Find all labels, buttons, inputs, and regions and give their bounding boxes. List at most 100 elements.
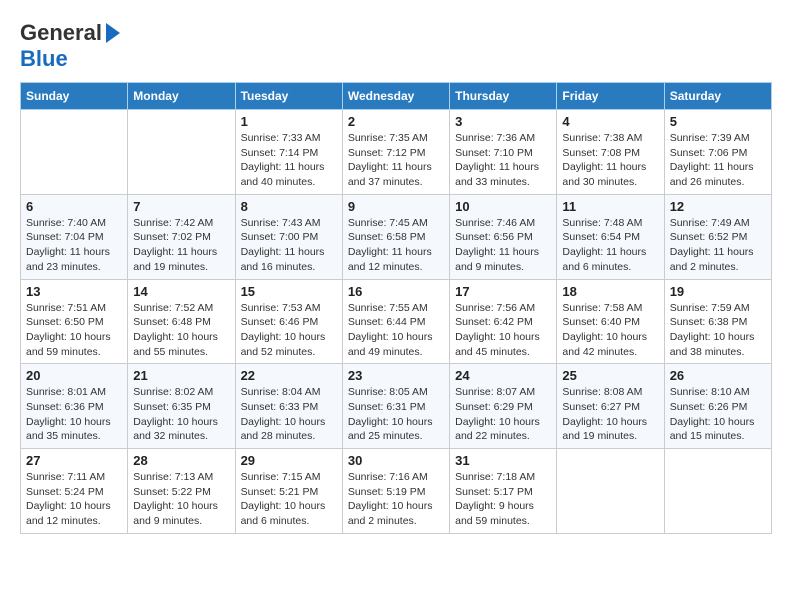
day-number: 8 <box>241 199 337 214</box>
day-header-sunday: Sunday <box>21 83 128 110</box>
day-number: 22 <box>241 368 337 383</box>
sunset-text: Sunset: 6:56 PM <box>455 231 533 243</box>
day-info: Sunrise: 8:04 AM Sunset: 6:33 PM Dayligh… <box>241 385 337 444</box>
sunrise-text: Sunrise: 7:40 AM <box>26 217 106 229</box>
sunrise-text: Sunrise: 7:16 AM <box>348 471 428 483</box>
calendar-cell: 18 Sunrise: 7:58 AM Sunset: 6:40 PM Dayl… <box>557 279 664 364</box>
day-info: Sunrise: 7:43 AM Sunset: 7:00 PM Dayligh… <box>241 216 337 275</box>
day-info: Sunrise: 7:15 AM Sunset: 5:21 PM Dayligh… <box>241 470 337 529</box>
calendar-cell <box>21 110 128 195</box>
sunset-text: Sunset: 5:24 PM <box>26 486 104 498</box>
day-number: 23 <box>348 368 444 383</box>
day-info: Sunrise: 7:38 AM Sunset: 7:08 PM Dayligh… <box>562 131 658 190</box>
sunset-text: Sunset: 7:14 PM <box>241 147 319 159</box>
daylight-text: Daylight: 10 hours and 9 minutes. <box>133 500 218 527</box>
calendar-week-5: 27 Sunrise: 7:11 AM Sunset: 5:24 PM Dayl… <box>21 449 772 534</box>
sunrise-text: Sunrise: 7:49 AM <box>670 217 750 229</box>
daylight-text: Daylight: 10 hours and 32 minutes. <box>133 416 218 443</box>
calendar-cell <box>557 449 664 534</box>
calendar-header-row: SundayMondayTuesdayWednesdayThursdayFrid… <box>21 83 772 110</box>
day-info: Sunrise: 7:46 AM Sunset: 6:56 PM Dayligh… <box>455 216 551 275</box>
logo: General Blue <box>20 20 120 72</box>
sunset-text: Sunset: 6:31 PM <box>348 401 426 413</box>
sunset-text: Sunset: 7:10 PM <box>455 147 533 159</box>
day-number: 17 <box>455 284 551 299</box>
calendar-cell: 10 Sunrise: 7:46 AM Sunset: 6:56 PM Dayl… <box>450 194 557 279</box>
day-info: Sunrise: 8:07 AM Sunset: 6:29 PM Dayligh… <box>455 385 551 444</box>
sunrise-text: Sunrise: 8:04 AM <box>241 386 321 398</box>
calendar-cell: 3 Sunrise: 7:36 AM Sunset: 7:10 PM Dayli… <box>450 110 557 195</box>
sunset-text: Sunset: 5:22 PM <box>133 486 211 498</box>
day-number: 11 <box>562 199 658 214</box>
sunrise-text: Sunrise: 7:53 AM <box>241 302 321 314</box>
daylight-text: Daylight: 11 hours and 6 minutes. <box>562 246 646 273</box>
day-number: 18 <box>562 284 658 299</box>
day-number: 20 <box>26 368 122 383</box>
sunrise-text: Sunrise: 7:33 AM <box>241 132 321 144</box>
calendar-week-1: 1 Sunrise: 7:33 AM Sunset: 7:14 PM Dayli… <box>21 110 772 195</box>
day-number: 31 <box>455 453 551 468</box>
sunset-text: Sunset: 6:42 PM <box>455 316 533 328</box>
calendar-cell: 30 Sunrise: 7:16 AM Sunset: 5:19 PM Dayl… <box>342 449 449 534</box>
day-info: Sunrise: 7:33 AM Sunset: 7:14 PM Dayligh… <box>241 131 337 190</box>
day-number: 28 <box>133 453 229 468</box>
day-info: Sunrise: 7:59 AM Sunset: 6:38 PM Dayligh… <box>670 301 766 360</box>
day-number: 1 <box>241 114 337 129</box>
sunrise-text: Sunrise: 7:39 AM <box>670 132 750 144</box>
day-number: 27 <box>26 453 122 468</box>
calendar-week-2: 6 Sunrise: 7:40 AM Sunset: 7:04 PM Dayli… <box>21 194 772 279</box>
sunset-text: Sunset: 6:40 PM <box>562 316 640 328</box>
day-header-saturday: Saturday <box>664 83 771 110</box>
calendar-cell: 31 Sunrise: 7:18 AM Sunset: 5:17 PM Dayl… <box>450 449 557 534</box>
day-info: Sunrise: 7:58 AM Sunset: 6:40 PM Dayligh… <box>562 301 658 360</box>
sunrise-text: Sunrise: 7:52 AM <box>133 302 213 314</box>
calendar-cell: 16 Sunrise: 7:55 AM Sunset: 6:44 PM Dayl… <box>342 279 449 364</box>
daylight-text: Daylight: 10 hours and 19 minutes. <box>562 416 647 443</box>
day-number: 10 <box>455 199 551 214</box>
daylight-text: Daylight: 11 hours and 19 minutes. <box>133 246 217 273</box>
calendar-cell: 24 Sunrise: 8:07 AM Sunset: 6:29 PM Dayl… <box>450 364 557 449</box>
calendar-cell: 4 Sunrise: 7:38 AM Sunset: 7:08 PM Dayli… <box>557 110 664 195</box>
day-info: Sunrise: 7:55 AM Sunset: 6:44 PM Dayligh… <box>348 301 444 360</box>
day-number: 19 <box>670 284 766 299</box>
daylight-text: Daylight: 10 hours and 22 minutes. <box>455 416 540 443</box>
day-info: Sunrise: 7:35 AM Sunset: 7:12 PM Dayligh… <box>348 131 444 190</box>
sunrise-text: Sunrise: 7:46 AM <box>455 217 535 229</box>
sunrise-text: Sunrise: 7:45 AM <box>348 217 428 229</box>
day-info: Sunrise: 7:36 AM Sunset: 7:10 PM Dayligh… <box>455 131 551 190</box>
day-number: 12 <box>670 199 766 214</box>
sunset-text: Sunset: 6:38 PM <box>670 316 748 328</box>
calendar-cell: 5 Sunrise: 7:39 AM Sunset: 7:06 PM Dayli… <box>664 110 771 195</box>
calendar-cell: 29 Sunrise: 7:15 AM Sunset: 5:21 PM Dayl… <box>235 449 342 534</box>
calendar-cell: 7 Sunrise: 7:42 AM Sunset: 7:02 PM Dayli… <box>128 194 235 279</box>
daylight-text: Daylight: 10 hours and 42 minutes. <box>562 331 647 358</box>
sunrise-text: Sunrise: 7:35 AM <box>348 132 428 144</box>
sunset-text: Sunset: 5:19 PM <box>348 486 426 498</box>
day-number: 6 <box>26 199 122 214</box>
sunset-text: Sunset: 7:08 PM <box>562 147 640 159</box>
sunset-text: Sunset: 6:58 PM <box>348 231 426 243</box>
sunrise-text: Sunrise: 7:58 AM <box>562 302 642 314</box>
calendar-cell: 21 Sunrise: 8:02 AM Sunset: 6:35 PM Dayl… <box>128 364 235 449</box>
daylight-text: Daylight: 9 hours and 59 minutes. <box>455 500 534 527</box>
day-info: Sunrise: 8:10 AM Sunset: 6:26 PM Dayligh… <box>670 385 766 444</box>
sunrise-text: Sunrise: 7:38 AM <box>562 132 642 144</box>
daylight-text: Daylight: 11 hours and 40 minutes. <box>241 161 325 188</box>
day-number: 15 <box>241 284 337 299</box>
day-header-tuesday: Tuesday <box>235 83 342 110</box>
sunset-text: Sunset: 6:44 PM <box>348 316 426 328</box>
sunset-text: Sunset: 6:54 PM <box>562 231 640 243</box>
day-number: 14 <box>133 284 229 299</box>
daylight-text: Daylight: 10 hours and 12 minutes. <box>26 500 111 527</box>
day-number: 5 <box>670 114 766 129</box>
calendar-cell: 28 Sunrise: 7:13 AM Sunset: 5:22 PM Dayl… <box>128 449 235 534</box>
daylight-text: Daylight: 11 hours and 23 minutes. <box>26 246 110 273</box>
day-number: 25 <box>562 368 658 383</box>
calendar-week-3: 13 Sunrise: 7:51 AM Sunset: 6:50 PM Dayl… <box>21 279 772 364</box>
day-header-monday: Monday <box>128 83 235 110</box>
sunrise-text: Sunrise: 7:15 AM <box>241 471 321 483</box>
daylight-text: Daylight: 11 hours and 37 minutes. <box>348 161 432 188</box>
daylight-text: Daylight: 11 hours and 2 minutes. <box>670 246 754 273</box>
sunset-text: Sunset: 7:06 PM <box>670 147 748 159</box>
calendar-cell: 6 Sunrise: 7:40 AM Sunset: 7:04 PM Dayli… <box>21 194 128 279</box>
